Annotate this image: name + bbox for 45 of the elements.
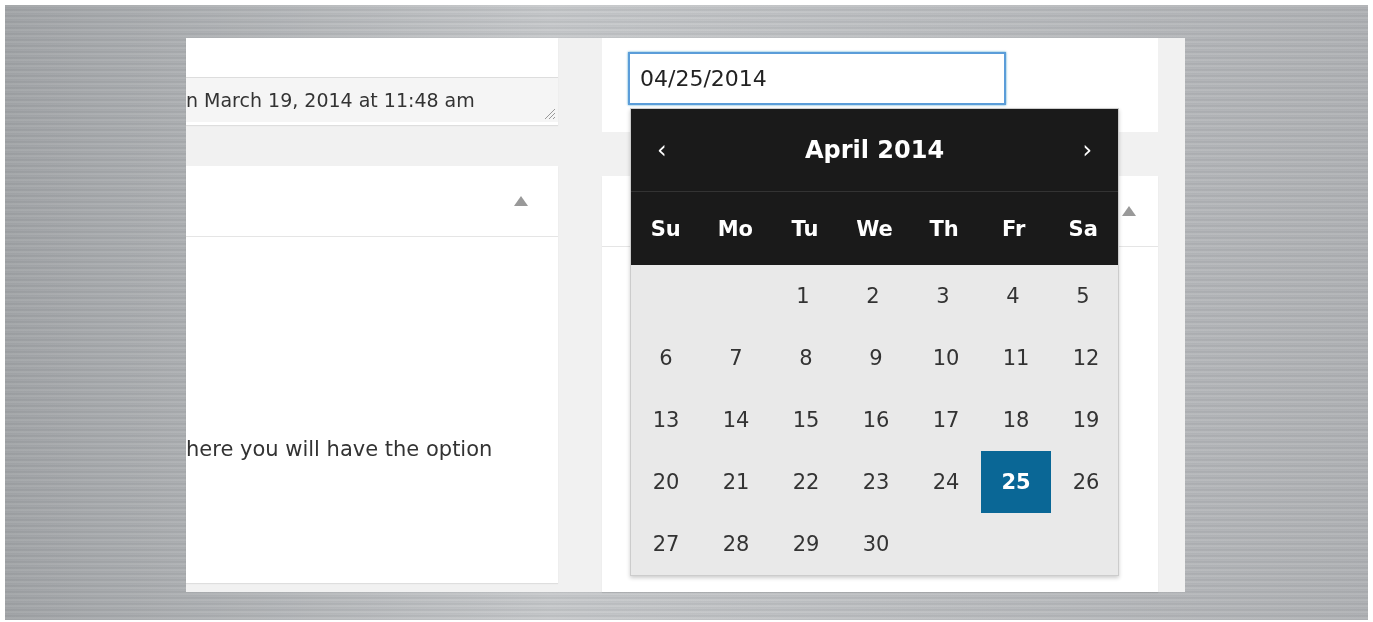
day-button[interactable]: 13 xyxy=(631,389,701,451)
day-button[interactable]: 12 xyxy=(1051,327,1121,389)
day-button[interactable]: 10 xyxy=(911,327,981,389)
previous-month-button[interactable]: ‹ xyxy=(653,136,671,164)
day-button[interactable]: 22 xyxy=(771,451,841,513)
day-button[interactable]: 14 xyxy=(701,389,771,451)
weekday-label: Su xyxy=(631,192,701,265)
day-button[interactable]: 24 xyxy=(911,451,981,513)
day-button[interactable]: 1 xyxy=(768,265,838,327)
day-button[interactable]: 2 xyxy=(838,265,908,327)
day-button[interactable]: 18 xyxy=(981,389,1051,451)
weekday-label: Tu xyxy=(770,192,840,265)
description-text: here you will have the option xyxy=(186,437,493,461)
day-button[interactable]: 25 xyxy=(981,451,1051,513)
triangle-icon[interactable] xyxy=(514,196,528,206)
day-button[interactable]: 4 xyxy=(978,265,1048,327)
day-button[interactable]: 19 xyxy=(1051,389,1121,451)
text-area[interactable]: n March 19, 2014 at 11:48 am xyxy=(186,77,558,122)
day-button[interactable]: 21 xyxy=(701,451,771,513)
weekday-label: Th xyxy=(909,192,979,265)
date-field[interactable]: 04/25/2014 xyxy=(628,52,1006,105)
day-button[interactable]: 29 xyxy=(771,513,841,575)
day-button[interactable]: 11 xyxy=(981,327,1051,389)
weekday-label: Mo xyxy=(700,192,771,265)
weekday-label: We xyxy=(839,192,910,265)
weekday-label: Fr xyxy=(978,192,1049,265)
day-button[interactable]: 20 xyxy=(631,451,701,513)
day-button[interactable]: 15 xyxy=(771,389,841,451)
day-button[interactable]: 6 xyxy=(631,327,701,389)
weekday-label: Sa xyxy=(1048,192,1118,265)
day-button[interactable]: 9 xyxy=(841,327,911,389)
day-button[interactable]: 5 xyxy=(1048,265,1118,327)
day-button[interactable]: 16 xyxy=(841,389,911,451)
day-button[interactable]: 28 xyxy=(701,513,771,575)
day-button[interactable]: 17 xyxy=(911,389,981,451)
day-button[interactable]: 30 xyxy=(841,513,911,575)
day-button[interactable]: 27 xyxy=(631,513,701,575)
next-month-button[interactable]: › xyxy=(1078,136,1096,164)
day-button[interactable]: 7 xyxy=(701,327,771,389)
day-button[interactable]: 26 xyxy=(1051,451,1121,513)
day-button[interactable]: 8 xyxy=(771,327,841,389)
day-button[interactable]: 23 xyxy=(841,451,911,513)
day-button[interactable]: 3 xyxy=(908,265,978,327)
month-title: April 2014 xyxy=(804,136,945,164)
triangle-icon[interactable] xyxy=(1122,206,1136,216)
